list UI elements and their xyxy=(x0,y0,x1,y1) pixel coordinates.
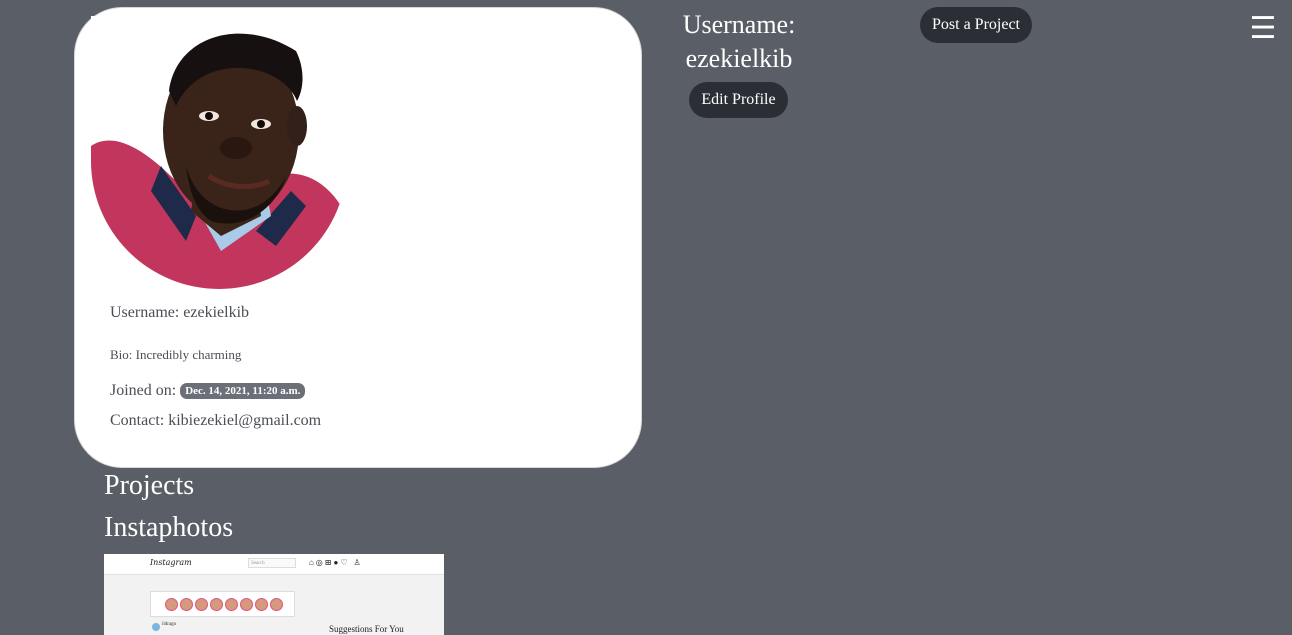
thumb-search: Search xyxy=(248,558,296,568)
project-screenshot[interactable]: Instagram Search ⌂ ◎ ⊞ ● ♡ ♙ ildrago Sug… xyxy=(104,554,444,635)
profile-photo xyxy=(91,16,347,289)
joined-date-badge: Dec. 14, 2021, 11:20 a.m. xyxy=(180,383,306,399)
thumb-nav-icons: ⌂ ◎ ⊞ ● ♡ ♙ xyxy=(309,558,361,567)
thumb-stories xyxy=(150,591,295,617)
story-avatar xyxy=(240,598,253,611)
thumb-suggestions: Suggestions For You xyxy=(329,624,404,634)
thumb-post-avatar xyxy=(152,623,160,631)
page-title-username: Username: ezekielkib xyxy=(664,8,814,76)
card-contact: Contact: kibiezekiel@gmail.com xyxy=(110,412,322,429)
username-value: ezekielkib xyxy=(685,44,793,73)
card-username: Username: ezekielkib xyxy=(110,304,250,321)
story-avatar xyxy=(180,598,193,611)
profile-avatar xyxy=(91,16,347,289)
thumb-navbar: Instagram Search ⌂ ◎ ⊞ ● ♡ ♙ xyxy=(104,554,444,575)
story-avatar xyxy=(225,598,238,611)
joined-label: Joined on: xyxy=(110,382,177,399)
story-avatar xyxy=(165,598,178,611)
project-title[interactable]: Instaphotos xyxy=(104,512,233,544)
card-bio: Bio: Incredibly charming xyxy=(110,347,242,362)
profile-page: Username: ezekielkib Bio: Incredibly cha… xyxy=(0,0,1292,635)
story-avatar xyxy=(210,598,223,611)
thumb-logo: Instagram xyxy=(150,558,192,567)
profile-card: Username: ezekielkib Bio: Incredibly cha… xyxy=(74,7,642,468)
story-avatar xyxy=(195,598,208,611)
card-joined: Joined on: Dec. 14, 2021, 11:20 a.m. xyxy=(110,382,306,400)
story-avatar xyxy=(270,598,283,611)
edit-profile-button[interactable]: Edit Profile xyxy=(689,82,788,118)
projects-heading: Projects xyxy=(104,470,195,501)
post-project-button[interactable]: Post a Project xyxy=(920,7,1032,43)
hamburger-menu-icon[interactable]: ☰ xyxy=(1249,12,1277,46)
story-avatar xyxy=(255,598,268,611)
thumb-post-user: ildrago xyxy=(162,622,177,627)
username-label: Username: xyxy=(682,10,796,39)
